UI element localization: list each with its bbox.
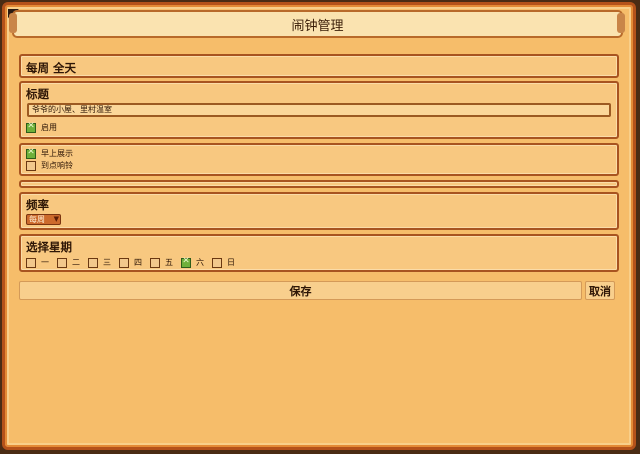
scroll-left-cap-icon bbox=[9, 13, 17, 33]
frequency-dropdown[interactable]: 每周 ▼ bbox=[26, 214, 61, 225]
chevron-down-icon: ▼ bbox=[53, 215, 59, 223]
weekday-panel: 选择星期 一 二 三 四 五 六 日 bbox=[19, 234, 619, 272]
weekday-label-tue: 二 bbox=[72, 258, 80, 267]
frequency-heading: 频率 bbox=[26, 198, 49, 212]
ring-on-time-label: 到点响铃 bbox=[41, 161, 73, 170]
weekday-label-thu: 四 bbox=[134, 258, 142, 267]
weekday-label-wed: 三 bbox=[103, 258, 111, 267]
ring-on-time-checkbox[interactable] bbox=[26, 161, 36, 171]
weekday-checkbox-mon[interactable] bbox=[26, 258, 36, 268]
weekday-checkbox-sat[interactable] bbox=[181, 256, 191, 268]
morning-show-checkbox[interactable] bbox=[26, 147, 36, 159]
title-panel: 标题 爷爷的小屋、里村温室 启用 bbox=[19, 81, 619, 139]
enabled-checkbox[interactable] bbox=[26, 121, 36, 133]
summary-text: 每周 全天 bbox=[26, 61, 77, 75]
weekday-label-sat: 六 bbox=[196, 258, 204, 267]
weekday-checkbox-sun[interactable] bbox=[212, 258, 222, 268]
weekday-checkbox-wed[interactable] bbox=[88, 258, 98, 268]
weekday-checkbox-fri[interactable] bbox=[150, 258, 160, 268]
weekday-checkbox-tue[interactable] bbox=[57, 258, 67, 268]
notify-panel: 早上展示 到点响铃 bbox=[19, 143, 619, 176]
frequency-panel: 频率 每周 ▼ bbox=[19, 192, 619, 230]
save-button[interactable]: 保存 bbox=[19, 281, 582, 300]
weekday-label-sun: 日 bbox=[227, 258, 235, 267]
dialog-title: 闹钟管理 bbox=[291, 18, 344, 34]
title-heading: 标题 bbox=[26, 87, 49, 101]
weekday-checkbox-thu[interactable] bbox=[119, 258, 129, 268]
summary-panel: 每周 全天 bbox=[19, 54, 619, 78]
weekday-label-fri: 五 bbox=[165, 258, 173, 267]
enabled-label: 启用 bbox=[41, 123, 57, 132]
weekday-heading: 选择星期 bbox=[26, 240, 72, 254]
weekday-label-mon: 一 bbox=[41, 258, 49, 267]
cancel-button[interactable]: 取消 bbox=[585, 281, 615, 300]
dialog-title-bar: 闹钟管理 bbox=[12, 10, 623, 38]
frequency-selected: 每周 bbox=[29, 215, 45, 224]
divider-panel bbox=[19, 180, 619, 188]
scroll-right-cap-icon bbox=[617, 13, 625, 33]
morning-show-label: 早上展示 bbox=[41, 149, 73, 158]
title-input[interactable]: 爷爷的小屋、里村温室 bbox=[27, 103, 611, 117]
